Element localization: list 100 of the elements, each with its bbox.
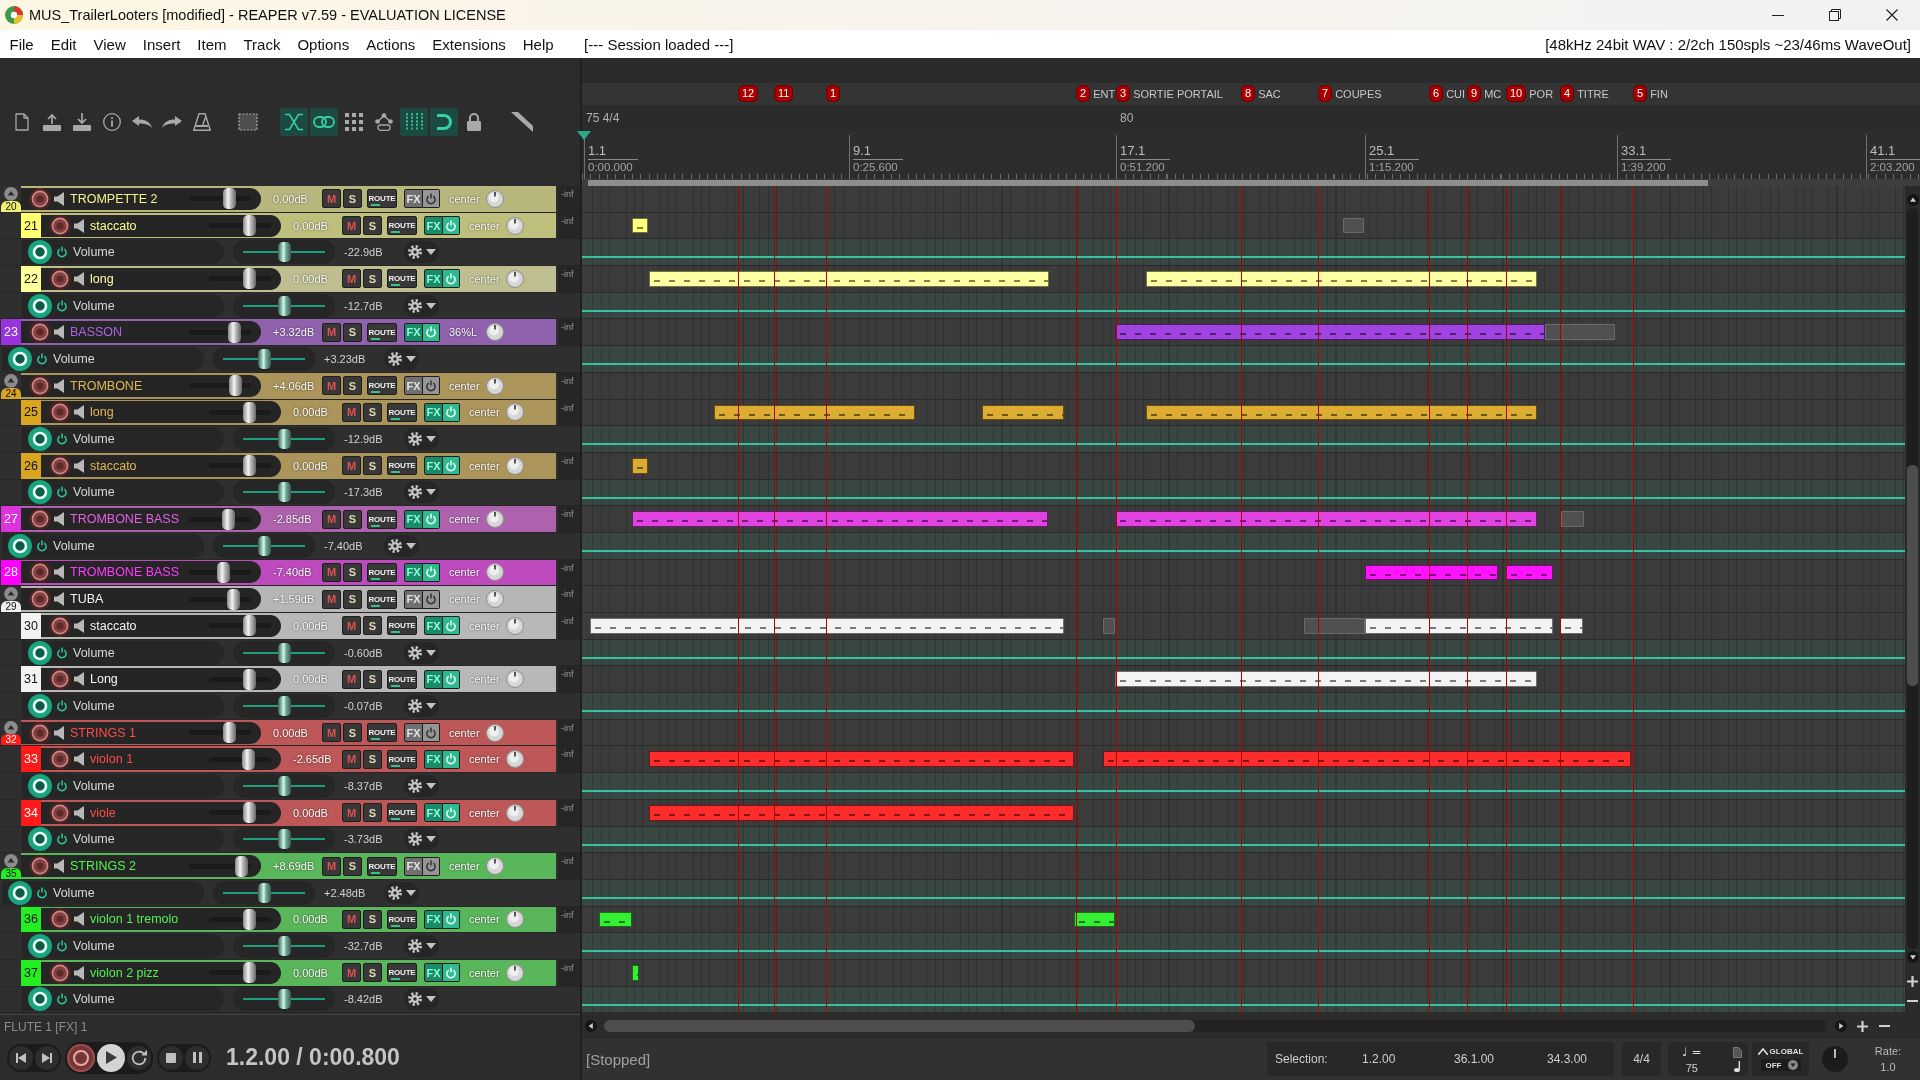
record-arm-icon[interactable] <box>49 908 71 931</box>
speaker-icon[interactable] <box>54 512 64 527</box>
speaker-icon[interactable] <box>74 618 84 633</box>
fx-button[interactable]: FX <box>424 216 443 236</box>
menu-item[interactable]: Extensions <box>423 30 515 58</box>
solo-button[interactable]: S <box>363 909 382 929</box>
fx-bypass-button[interactable] <box>443 749 460 769</box>
scrollbar-thumb[interactable] <box>604 1020 1195 1032</box>
slider-thumb[interactable] <box>223 188 237 210</box>
menu-item[interactable]: Help <box>514 30 563 58</box>
fx-button[interactable]: FX <box>424 402 443 422</box>
go-to-end-button[interactable] <box>35 1045 59 1070</box>
slider-thumb[interactable] <box>221 508 235 530</box>
speaker-icon[interactable] <box>74 271 84 286</box>
route-button[interactable]: ROUTE <box>367 723 397 743</box>
pan-knob-icon[interactable] <box>506 403 524 422</box>
envelope-options-button[interactable] <box>384 534 419 557</box>
solo-button[interactable]: S <box>363 749 382 769</box>
marker-number[interactable]: 3 <box>1116 85 1131 102</box>
fx-button[interactable]: FX <box>404 856 423 876</box>
fx-bypass-button[interactable] <box>443 963 460 983</box>
slider-thumb[interactable] <box>257 535 271 556</box>
media-item[interactable] <box>1115 671 1537 688</box>
power-icon[interactable] <box>57 299 67 312</box>
stop-button[interactable] <box>159 1045 183 1070</box>
envelope-arm-icon[interactable] <box>8 880 32 905</box>
power-icon[interactable] <box>57 833 67 846</box>
route-button[interactable]: ROUTE <box>387 402 417 422</box>
pan-knob-icon[interactable] <box>486 857 504 876</box>
media-item[interactable] <box>1146 271 1537 287</box>
record-arm-icon[interactable] <box>29 588 51 611</box>
pan-knob-icon[interactable] <box>506 750 524 769</box>
route-button[interactable]: ROUTE <box>387 963 417 983</box>
zoom-in-icon[interactable] <box>1857 1020 1868 1032</box>
speaker-icon[interactable] <box>74 805 84 820</box>
fx-bypass-button[interactable] <box>423 856 440 876</box>
speaker-icon[interactable] <box>54 565 64 580</box>
route-button[interactable]: ROUTE <box>367 509 397 529</box>
pan-knob-icon[interactable] <box>486 723 504 742</box>
marker-number[interactable]: 1 <box>826 85 841 102</box>
fx-button[interactable]: FX <box>424 909 443 929</box>
pan-knob-icon[interactable] <box>506 910 524 929</box>
folder-toggle-icon[interactable] <box>4 187 18 201</box>
record-arm-icon[interactable] <box>49 214 71 237</box>
fx-bypass-button[interactable] <box>423 509 440 529</box>
solo-button[interactable]: S <box>343 189 362 209</box>
slider-thumb[interactable] <box>243 802 257 824</box>
scroll-down-icon[interactable] <box>1906 951 1919 963</box>
fx-bypass-button[interactable] <box>443 216 460 236</box>
toolbar-button[interactable] <box>310 108 338 136</box>
record-arm-icon[interactable] <box>29 508 51 531</box>
marker-number[interactable]: 12 <box>738 85 759 102</box>
fx-bypass-button[interactable] <box>423 589 440 609</box>
envelope-options-button[interactable] <box>404 935 439 958</box>
fx-button[interactable]: FX <box>404 723 423 743</box>
record-arm-icon[interactable] <box>49 668 71 691</box>
media-item[interactable] <box>1560 618 1583 634</box>
speaker-icon[interactable] <box>54 325 64 340</box>
pan-knob-icon[interactable] <box>506 616 524 635</box>
power-icon[interactable] <box>57 646 67 659</box>
fx-bypass-button[interactable] <box>443 616 460 636</box>
marker-number[interactable]: 11 <box>774 85 794 102</box>
marker-number[interactable]: 4 <box>1560 85 1575 102</box>
pan-knob-icon[interactable] <box>506 670 524 689</box>
envelope-options-button[interactable] <box>404 294 439 317</box>
power-icon[interactable] <box>57 246 67 259</box>
marker-number[interactable]: 7 <box>1318 85 1333 102</box>
pan-knob-icon[interactable] <box>486 563 504 582</box>
slider-thumb[interactable] <box>257 348 271 369</box>
envelope-options-button[interactable] <box>404 241 439 264</box>
slider-thumb[interactable] <box>277 936 291 957</box>
solo-button[interactable]: S <box>343 562 362 582</box>
solo-button[interactable]: S <box>343 322 362 342</box>
marker-number[interactable]: 5 <box>1633 85 1648 102</box>
record-button[interactable] <box>67 1043 95 1072</box>
fx-bypass-button[interactable] <box>443 909 460 929</box>
envelope-options-button[interactable] <box>404 481 439 504</box>
power-icon[interactable] <box>57 993 67 1006</box>
record-arm-icon[interactable] <box>49 801 71 824</box>
go-to-start-button[interactable] <box>9 1045 33 1070</box>
slider-thumb[interactable] <box>277 829 291 850</box>
scroll-right-icon[interactable] <box>1835 1020 1847 1032</box>
pan-knob-icon[interactable] <box>506 269 524 288</box>
record-arm-icon[interactable] <box>49 614 71 637</box>
scrollbar-thumb[interactable] <box>1907 465 1918 686</box>
record-arm-icon[interactable] <box>49 267 71 290</box>
media-item[interactable] <box>982 404 1064 421</box>
record-arm-icon[interactable] <box>49 961 71 984</box>
route-button[interactable]: ROUTE <box>387 456 417 476</box>
envelope-arm-icon[interactable] <box>28 293 52 318</box>
fx-bypass-button[interactable] <box>443 803 460 823</box>
envelope-options-button[interactable] <box>384 881 419 904</box>
route-button[interactable]: ROUTE <box>387 616 417 636</box>
envelope-options-button[interactable] <box>404 641 439 664</box>
edit-cursor-icon[interactable] <box>577 131 591 140</box>
slider-thumb[interactable] <box>277 695 291 716</box>
fx-button[interactable]: FX <box>404 376 423 396</box>
slider-thumb[interactable] <box>277 482 291 503</box>
folder-toggle-icon[interactable] <box>4 373 18 388</box>
solo-button[interactable]: S <box>343 509 362 529</box>
